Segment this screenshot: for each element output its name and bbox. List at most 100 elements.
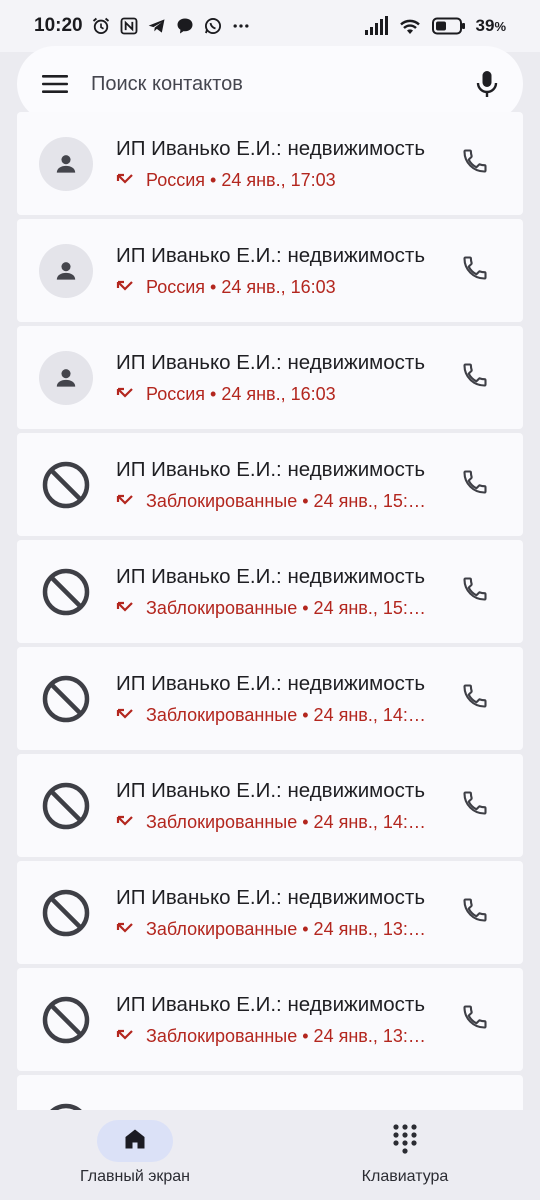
phone-icon	[461, 254, 489, 287]
call-button[interactable]	[457, 681, 493, 717]
mic-icon[interactable]	[473, 70, 501, 98]
caller-name: ИП Иванько Е.И.: недвижимость	[116, 457, 426, 481]
blocked-icon[interactable]	[39, 993, 93, 1047]
call-info: Заблокированные • 24 янв., 15:…	[116, 489, 439, 513]
battery-icon	[431, 16, 466, 36]
call-log-row[interactable]: ИП Иванько Е.И.: недвижимость Россия • 24…	[17, 326, 523, 429]
contact-avatar-icon[interactable]	[39, 350, 93, 405]
missed-call-icon	[116, 599, 134, 617]
call-button[interactable]	[457, 467, 493, 503]
call-details: ИП Иванько Е.И.: недвижимость Заблокирова…	[116, 778, 439, 834]
call-info: Россия • 24 янв., 16:03	[116, 382, 439, 406]
missed-call-icon	[116, 1027, 134, 1045]
call-details: ИП Иванько Е.И.: недвижимость Россия • 24…	[116, 350, 439, 406]
caller-name: ИП Иванько Е.И.: недвижимость	[116, 350, 426, 374]
call-details: ИП Иванько Е.И.: недвижимость Заблокирова…	[116, 885, 439, 941]
chat-icon	[175, 16, 195, 36]
call-button[interactable]	[457, 788, 493, 824]
signal-icon	[364, 16, 388, 36]
call-details: ИП Иванько Е.И.: недвижимость Заблокирова…	[116, 564, 439, 620]
call-log-row[interactable]: ИП Иванько Е.И.: недвижимость Заблокирова…	[17, 754, 523, 857]
call-log-row[interactable]: ИП Иванько Е.И.: недвижимость Заблокирова…	[17, 540, 523, 643]
home-icon	[123, 1127, 147, 1156]
blocked-icon[interactable]	[39, 779, 93, 833]
missed-call-icon	[116, 171, 134, 189]
status-bar: 10:20 39%	[0, 0, 540, 52]
contact-avatar-icon[interactable]	[39, 243, 93, 298]
call-button[interactable]	[457, 1002, 493, 1038]
nfc-icon	[119, 16, 139, 36]
call-info-text: Заблокированные • 24 янв., 15:…	[146, 490, 426, 511]
call-info-text: Россия • 24 янв., 16:03	[146, 276, 336, 297]
call-info: Россия • 24 янв., 17:03	[116, 168, 439, 192]
battery-percent: 39%	[475, 16, 506, 35]
phone-icon	[461, 575, 489, 608]
phone-icon	[461, 361, 489, 394]
caller-name: ИП Иванько Е.И.: недвижимость	[116, 671, 426, 695]
phone-icon	[461, 1003, 489, 1036]
blocked-icon[interactable]	[39, 886, 93, 940]
blocked-icon[interactable]	[39, 565, 93, 619]
phone-icon	[461, 896, 489, 929]
status-time: 10:20	[34, 15, 83, 36]
caller-name: ИП Иванько Е.И.: недвижимость	[116, 136, 426, 160]
missed-call-icon	[116, 492, 134, 510]
caller-name: ИП Иванько Е.И.: недвижимость	[116, 778, 426, 802]
search-input[interactable]: Поиск контактов	[91, 73, 473, 96]
call-info-text: Заблокированные • 24 янв., 14:…	[146, 704, 426, 725]
call-details: ИП Иванько Е.И.: недвижимость Заблокирова…	[116, 457, 439, 513]
call-details: ИП Иванько Е.И.: недвижимость Россия • 24…	[116, 243, 439, 299]
call-button[interactable]	[457, 895, 493, 931]
call-button[interactable]	[457, 253, 493, 289]
call-log-screen: 10:20 39% Поиск контактов ИП Иванько Е.И…	[0, 0, 540, 1200]
call-log-row[interactable]: ИП Иванько Е.И.: недвижимость Россия • 24…	[17, 219, 523, 322]
phone-icon	[461, 682, 489, 715]
call-button[interactable]	[457, 146, 493, 182]
call-info-text: Заблокированные • 24 янв., 13:…	[146, 918, 426, 939]
call-log-row[interactable]: ИП Иванько Е.И.: недвижимость Заблокирова…	[17, 968, 523, 1071]
status-icons-left	[91, 16, 251, 36]
missed-call-icon	[116, 920, 134, 938]
call-info: Россия • 24 янв., 16:03	[116, 275, 439, 299]
contact-avatar-icon[interactable]	[39, 136, 93, 191]
call-info: Заблокированные • 24 янв., 13:…	[116, 1024, 439, 1048]
call-details: ИП Иванько Е.И.: недвижимость Заблокирова…	[116, 992, 439, 1048]
missed-call-icon	[116, 706, 134, 724]
nav-home[interactable]: Главный экран	[0, 1110, 270, 1200]
call-info-text: Заблокированные • 24 янв., 15:…	[146, 597, 426, 618]
blocked-icon[interactable]	[39, 672, 93, 726]
call-info: Заблокированные • 24 янв., 14:…	[116, 810, 439, 834]
bottom-navigation: Главный экран Клавиатура	[0, 1110, 540, 1200]
wifi-icon	[398, 16, 422, 36]
call-details: ИП Иванько Е.И.: недвижимость Россия • 24…	[116, 136, 439, 192]
call-info-text: Заблокированные • 24 янв., 14:…	[146, 811, 426, 832]
telegram-icon	[147, 16, 167, 36]
phone-icon	[461, 147, 489, 180]
menu-icon[interactable]	[41, 70, 69, 98]
missed-call-icon	[116, 813, 134, 831]
nav-keypad-label: Клавиатура	[361, 1168, 449, 1185]
nav-keypad-pill[interactable]	[367, 1120, 443, 1162]
call-log-row[interactable]: ИП Иванько Е.И.: недвижимость Заблокирова…	[17, 861, 523, 964]
call-info: Заблокированные • 24 янв., 15:…	[116, 596, 439, 620]
missed-call-icon	[116, 278, 134, 296]
caller-name: ИП Иванько Е.И.: недвижимость	[116, 885, 426, 909]
nav-keypad[interactable]: Клавиатура	[270, 1110, 540, 1200]
call-info-text: Россия • 24 янв., 17:03	[146, 169, 336, 190]
call-button[interactable]	[457, 360, 493, 396]
caller-name: ИП Иванько Е.И.: недвижимость	[116, 992, 426, 1016]
blocked-icon[interactable]	[39, 458, 93, 512]
call-log-row[interactable]: ИП Иванько Е.И.: недвижимость Россия • 24…	[17, 112, 523, 215]
nav-home-pill[interactable]	[97, 1120, 173, 1162]
call-button[interactable]	[457, 574, 493, 610]
call-info: Заблокированные • 24 янв., 13:…	[116, 917, 439, 941]
call-info: Заблокированные • 24 янв., 14:…	[116, 703, 439, 727]
more-dots-icon	[231, 16, 251, 36]
caller-name: ИП Иванько Е.И.: недвижимость	[116, 564, 426, 588]
call-log-row[interactable]: ИП Иванько Е.И.: недвижимость Заблокирова…	[17, 433, 523, 536]
missed-call-icon	[116, 385, 134, 403]
call-log-row[interactable]: ИП Иванько Е.И.: недвижимость Заблокирова…	[17, 647, 523, 750]
search-bar[interactable]: Поиск контактов	[17, 46, 523, 122]
phone-icon	[461, 789, 489, 822]
call-info-text: Заблокированные • 24 янв., 13:…	[146, 1025, 426, 1046]
